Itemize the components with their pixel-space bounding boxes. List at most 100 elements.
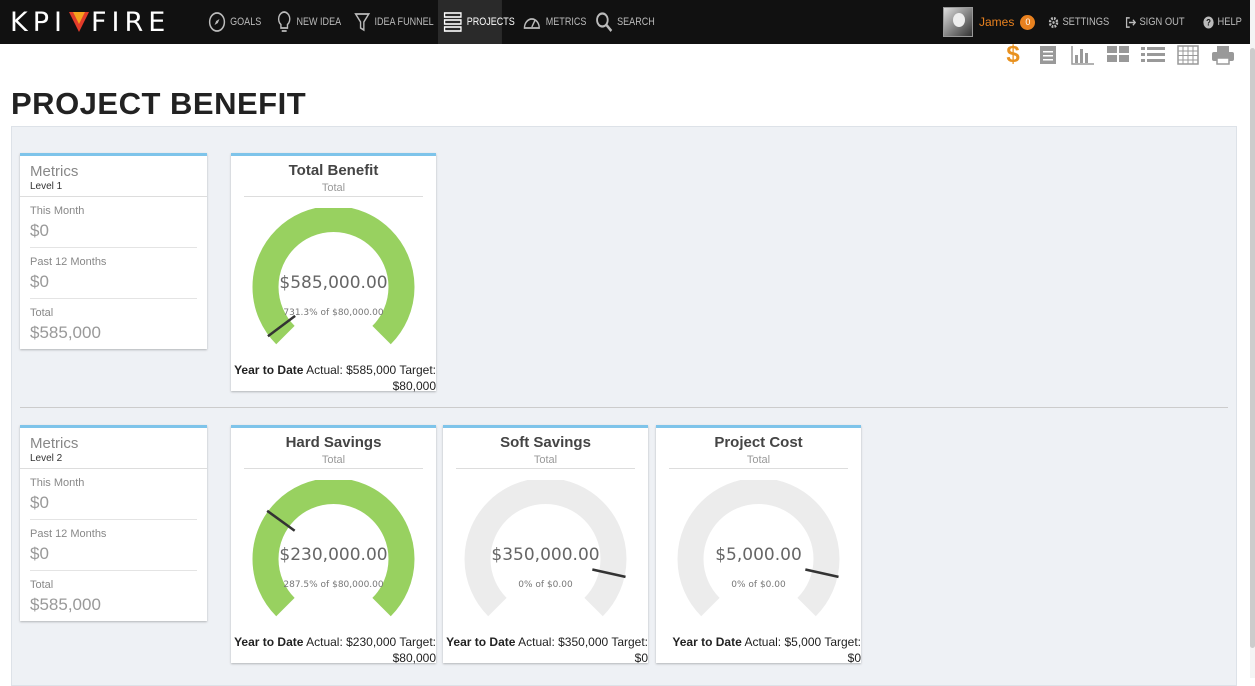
nav-goals-label: Goals [230,16,262,28]
help-label: Help [1217,16,1242,28]
gauge-footer: Year to Date Actual: $5,000 Target: $0 [656,634,861,666]
compass-icon [208,12,226,32]
gauge-percent-text: 287.5% of $80,000.00 [283,580,384,590]
metric-row-total: Total $585,000 [30,571,197,621]
grid-icon[interactable] [1106,45,1130,65]
ytd-actual: Actual: $5,000 [744,635,822,649]
list-icon[interactable] [1141,45,1165,65]
scrollbar-thumb[interactable] [1250,48,1255,648]
ytd-target: Target: $80,000 [392,635,436,665]
metric-value: $0 [30,272,49,291]
metric-label: This Month [30,205,85,217]
logo-text-left: KPI [10,7,67,38]
metrics-card-level-1: Metrics Level 1 This Month $0 Past 12 Mo… [20,153,207,349]
metric-value: $0 [30,221,49,240]
metric-label: This Month [30,477,85,489]
metrics-title: Metrics [30,163,79,180]
metric-label: Past 12 Months [30,528,107,540]
sign-out-label: Sign Out [1139,16,1185,28]
gauge-amount: $230,000.00 [279,545,388,565]
ytd-label: Year to Date [672,635,742,649]
view-toolbar: $ [1001,41,1235,68]
gauge-footer: Year to Date Actual: $585,000 Target: $8… [231,362,436,394]
gear-icon [1048,16,1059,28]
metric-row-this-month: This Month $0 [30,469,197,520]
gauge-card-hard-savings[interactable]: Hard Savings Total $230,000.00 287.5% of… [231,425,436,666]
ytd-actual: Actual: $230,000 [306,635,397,649]
top-nav-bar: KPI FIRE Goals New Idea Idea Funnel Proje… [0,0,1250,44]
gauge-amount: $350,000.00 [491,545,600,565]
gauge-amount: $5,000.00 [715,545,802,565]
metric-row-past-12-months: Past 12 Months $0 [30,520,197,571]
level-label: Level 1 [30,181,63,192]
metrics-card-header: Metrics Level 2 [20,428,207,469]
gauge-title: Total Benefit [288,162,379,179]
ytd-label: Year to Date [446,635,516,649]
dollar-glyph: $ [1006,41,1020,68]
gauge-percent-text: 0% of $0.00 [731,580,786,590]
metrics-title: Metrics [30,435,79,452]
logo-text-right: FIRE [90,7,171,38]
user-menu[interactable]: James 0 [943,6,1036,38]
gauge-title: Hard Savings [285,434,382,451]
table-icon[interactable] [1176,45,1200,65]
gauge-footer: Year to Date Actual: $350,000 Target: $0 [443,634,648,666]
print-icon[interactable] [1211,45,1235,65]
page-title: PROJECT BENEFIT [11,86,307,121]
flame-logo-icon [68,12,89,32]
metric-row-total: Total $585,000 [30,299,197,349]
metric-value: $585,000 [30,595,101,614]
metric-label: Total [30,579,54,591]
ytd-target: Target: $0 [611,635,648,665]
ytd-target: Target: $0 [824,635,861,665]
ytd-actual: Actual: $585,000 [306,363,397,377]
nav-search-label: Search [617,16,655,28]
metric-row-this-month: This Month $0 [30,197,197,248]
gauge-title: Soft Savings [500,434,591,451]
avatar [943,7,973,37]
nav-metrics[interactable]: Metrics [522,0,586,44]
help-icon: ? [1203,15,1214,29]
nav-search[interactable]: Search [595,0,655,44]
bar-chart-icon[interactable] [1071,45,1095,65]
dollar-icon[interactable]: $ [1001,41,1025,68]
gauge-card-project-cost[interactable]: Project Cost Total $5,000.00 0% of $0.00… [656,425,861,666]
metrics-card-header: Metrics Level 1 [20,156,207,197]
help-link[interactable]: ? Help [1203,0,1242,44]
ytd-label: Year to Date [234,363,304,377]
svg-text:?: ? [1206,17,1211,28]
nav-goals[interactable]: Goals [208,0,261,44]
gauge-subtitle: Total [244,182,423,197]
nav-projects-label: Projects [466,16,515,28]
metric-value: $0 [30,544,49,563]
level-divider [20,407,1228,408]
kpifire-logo[interactable]: KPI FIRE [10,7,170,38]
nav-new-idea[interactable]: New Idea [276,0,341,44]
nav-idea-funnel[interactable]: Idea Funnel [354,0,434,44]
user-name: James [979,15,1015,29]
metric-row-past-12-months: Past 12 Months $0 [30,248,197,299]
gauge-card-soft-savings[interactable]: Soft Savings Total $350,000.00 0% of $0.… [443,425,648,666]
gauge-subtitle: Total [456,454,635,469]
gauge-title: Project Cost [714,434,803,451]
metric-value: $585,000 [30,323,101,342]
sign-out-link[interactable]: Sign Out [1125,0,1185,44]
nav-projects[interactable]: Projects [438,0,515,44]
page-scrollbar[interactable] [1250,0,1255,678]
gauge-card-total-benefit[interactable]: Total Benefit Total $585,000.00 731.3% o… [231,153,436,394]
gauge-footer: Year to Date Actual: $230,000 Target: $8… [231,634,436,666]
gauge-percent-text: 731.3% of $80,000.00 [283,308,384,318]
ytd-actual: Actual: $350,000 [518,635,609,649]
lightbulb-icon [277,11,291,32]
metric-label: Total [30,307,54,319]
gauge-amount: $585,000.00 [279,273,388,293]
metrics-card-level-2: Metrics Level 2 This Month $0 Past 12 Mo… [20,425,207,621]
document-icon[interactable] [1036,45,1060,65]
gauge-percent-text: 0% of $0.00 [518,580,573,590]
metric-label: Past 12 Months [30,256,107,268]
projects-icon [443,12,462,32]
speedometer-icon [523,18,540,29]
settings-link[interactable]: Settings [1048,0,1109,44]
notification-badge[interactable]: 0 [1020,14,1036,30]
search-icon [596,12,613,32]
